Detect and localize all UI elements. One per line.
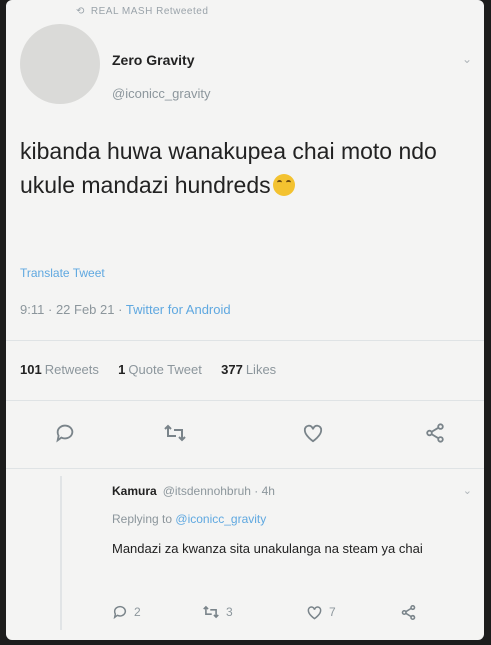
reply-like-button[interactable]: 7 [306, 600, 336, 624]
like-icon[interactable] [298, 418, 328, 448]
tweet-stats: 101 Retweets 1 Quote Tweet 377 Likes [20, 362, 276, 377]
chevron-down-icon[interactable]: ⌄ [462, 52, 472, 66]
avatar[interactable] [20, 24, 100, 104]
replying-to-line: Replying to @iconicc_gravity [112, 512, 266, 526]
tears-of-joy-emoji-icon [272, 174, 295, 196]
divider [6, 400, 484, 401]
translate-tweet-link[interactable]: Translate Tweet [20, 266, 105, 280]
quotes-count: 1 [118, 362, 126, 377]
tweet-text: kibanda huwa wanakupea chai moto ndo uku… [20, 134, 470, 202]
reply-reply-count: 2 [134, 605, 141, 619]
thread-line [60, 476, 62, 630]
reply-text: Mandazi za kwanza sita unakulanga na ste… [112, 541, 423, 556]
quotes-label: Quote Tweet [128, 362, 202, 377]
tweet-time: 9:11 [20, 302, 45, 317]
meta-separator: · [118, 302, 123, 317]
author-handle[interactable]: @iconicc_gravity [112, 86, 210, 101]
retweets-stat[interactable]: 101 Retweets [20, 362, 99, 377]
divider [6, 340, 484, 341]
likes-label: Likes [245, 362, 277, 377]
reply-icon [113, 605, 127, 620]
replying-prefix: Replying to [112, 512, 173, 526]
tweet-source-link[interactable]: Twitter for Android [126, 302, 231, 317]
reply-retweet-count: 3 [226, 605, 233, 619]
reply-reply-button[interactable]: 2 [112, 600, 141, 624]
retweet-icon [203, 605, 219, 619]
reply-icon[interactable] [50, 418, 80, 448]
share-icon [401, 604, 416, 620]
likes-count: 377 [221, 362, 243, 377]
replying-to-handle[interactable]: @iconicc_gravity [175, 512, 266, 526]
tweet-action-bar [6, 418, 484, 448]
reply-retweet-button[interactable]: 3 [202, 600, 233, 624]
retweet-small-icon: ⟲ [76, 6, 85, 17]
likes-stat[interactable]: 377 Likes [221, 362, 276, 377]
reply-display-name: Kamura [112, 484, 157, 498]
reply-handle-time: @itsdennohbruh · 4h [162, 484, 275, 498]
reply-chevron-down-icon[interactable]: ⌄ [463, 484, 472, 497]
like-icon [307, 605, 322, 620]
meta-separator: · [47, 302, 53, 317]
tweet-body: kibanda huwa wanakupea chai moto ndo uku… [20, 138, 437, 198]
reply-share-button[interactable] [400, 600, 423, 624]
share-icon[interactable] [420, 418, 450, 448]
retweeted-by-line[interactable]: ⟲ REAL MASH Retweeted [76, 6, 208, 17]
tweet-meta: 9:11 · 22 Feb 21 · Twitter for Android [20, 302, 231, 317]
tweet-card: ⟲ REAL MASH Retweeted Zero Gravity @iconi… [6, 0, 484, 640]
reply-like-count: 7 [329, 605, 336, 619]
author-display-name[interactable]: Zero Gravity [112, 52, 194, 68]
reply-author[interactable]: Kamura @itsdennohbruh · 4h [112, 484, 275, 498]
quote-tweets-stat[interactable]: 1 Quote Tweet [118, 362, 202, 377]
tweet-date: 22 Feb 21 [55, 302, 115, 317]
retweet-icon[interactable] [160, 418, 190, 448]
divider [6, 468, 484, 469]
retweeted-by-text: REAL MASH Retweeted [90, 6, 209, 17]
retweets-label: Retweets [44, 362, 99, 377]
retweets-count: 101 [20, 362, 42, 377]
reply-action-bar: 2 3 7 [106, 600, 484, 624]
